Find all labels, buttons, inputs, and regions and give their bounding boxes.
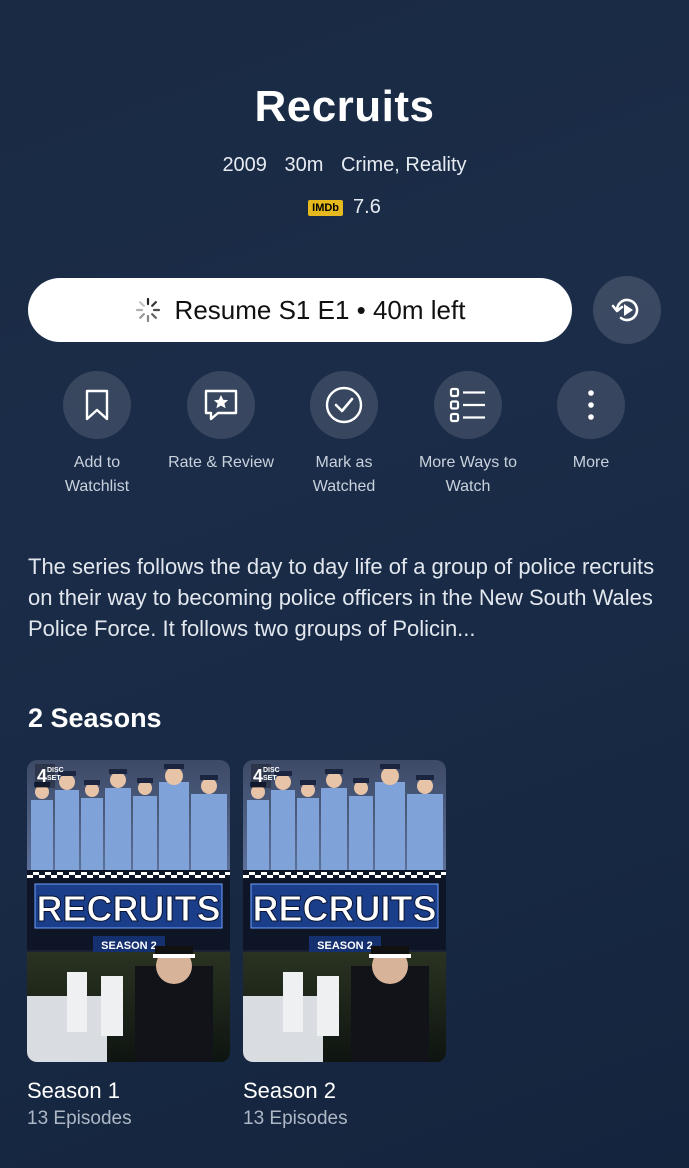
seasons-heading: 2 Seasons bbox=[28, 703, 162, 733]
loading-spinner-icon bbox=[135, 297, 160, 323]
poster-badge-word2: SET bbox=[47, 775, 61, 782]
season-episodes: 13 Episodes bbox=[243, 1108, 348, 1129]
mark-as-watched-circle[interactable] bbox=[310, 371, 378, 439]
list-icon bbox=[449, 387, 485, 423]
add-to-watchlist-circle[interactable] bbox=[63, 371, 131, 439]
season-card[interactable]: 4 DISC SET RECRUITS bbox=[27, 760, 230, 1130]
season-poster[interactable]: 4 DISC SET RECRUITS SEASON 2 bbox=[27, 760, 230, 1062]
more-button[interactable]: More bbox=[529, 371, 653, 475]
mark-as-watched-button[interactable]: Mark as Watched bbox=[282, 371, 406, 499]
imdb-rating: IMDb 7.6 bbox=[0, 196, 689, 219]
restart-icon bbox=[611, 298, 639, 322]
poster-badge-word2: SET bbox=[263, 775, 277, 782]
add-to-watchlist-label: Add to Watchlist bbox=[35, 451, 159, 499]
poster-title: RECRUITS bbox=[36, 888, 220, 929]
poster-badge-word1: DISC bbox=[263, 767, 280, 774]
season-name: Season 2 bbox=[243, 1078, 336, 1103]
imdb-rating-value: 7.6 bbox=[353, 196, 381, 218]
show-year: 2009 bbox=[222, 154, 267, 176]
action-label-line: Add to bbox=[73, 454, 121, 471]
poster-artwork: 4 DISC SET RECRUITS SEASON 2 bbox=[243, 760, 446, 1062]
mark-as-watched-label: Mark as Watched bbox=[282, 451, 406, 499]
resume-button-label: Resume S1 E1 • 40m left bbox=[174, 294, 466, 325]
season-poster[interactable]: 4 DISC SET RECRUITS SEASON 2 bbox=[243, 760, 446, 1062]
check-circle-icon bbox=[325, 386, 363, 424]
action-row: Add to Watchlist Rate & Review Mark as W… bbox=[0, 371, 689, 501]
resume-button[interactable]: Resume S1 E1 • 40m left bbox=[28, 278, 572, 342]
rate-review-button[interactable]: Rate & Review bbox=[159, 371, 283, 475]
more-ways-to-watch-button[interactable]: More Ways to Watch bbox=[406, 371, 530, 499]
poster-subtitle: SEASON 2 bbox=[317, 940, 373, 952]
show-genres: Crime, Reality bbox=[340, 154, 467, 176]
action-label-line: More bbox=[572, 454, 610, 471]
action-label-line: Watched bbox=[312, 478, 376, 495]
show-title: Recruits bbox=[254, 82, 435, 131]
imdb-logo: IMDb bbox=[308, 199, 344, 216]
show-description[interactable]: The series follows the day to day life o… bbox=[28, 551, 668, 644]
more-ways-to-watch-label: More Ways to Watch bbox=[406, 451, 530, 499]
restart-button[interactable] bbox=[593, 276, 661, 344]
bookmark-icon bbox=[85, 389, 109, 421]
rate-review-label: Rate & Review bbox=[159, 451, 283, 475]
season-episodes: 13 Episodes bbox=[27, 1108, 132, 1129]
add-to-watchlist-button[interactable]: Add to Watchlist bbox=[35, 371, 159, 499]
action-label-line: Watch bbox=[445, 478, 491, 495]
more-circle[interactable] bbox=[557, 371, 625, 439]
season-name: Season 1 bbox=[27, 1078, 120, 1103]
poster-badge-number: 4 bbox=[37, 766, 47, 786]
poster-subtitle: SEASON 2 bbox=[101, 940, 157, 952]
poster-badge-word1: DISC bbox=[47, 767, 64, 774]
action-label-line: Mark as bbox=[315, 454, 373, 471]
rate-review-circle[interactable] bbox=[187, 371, 255, 439]
poster-artwork: 4 DISC SET RECRUITS SEASON 2 bbox=[27, 760, 230, 1062]
action-label-line: Rate & Review bbox=[168, 454, 274, 471]
action-label-line: More Ways to bbox=[418, 454, 518, 471]
more-vertical-icon bbox=[588, 390, 594, 420]
more-ways-to-watch-circle[interactable] bbox=[434, 371, 502, 439]
star-speech-icon bbox=[204, 389, 238, 421]
show-meta: 2009 30m Crime, Reality bbox=[0, 154, 689, 177]
season-card[interactable]: 4 DISC SET RECRUITS bbox=[243, 760, 446, 1130]
poster-badge-number: 4 bbox=[253, 766, 263, 786]
show-runtime: 30m bbox=[284, 154, 324, 176]
poster-title: RECRUITS bbox=[252, 888, 436, 929]
action-label-line: Watchlist bbox=[64, 478, 130, 495]
more-label: More bbox=[529, 451, 653, 475]
